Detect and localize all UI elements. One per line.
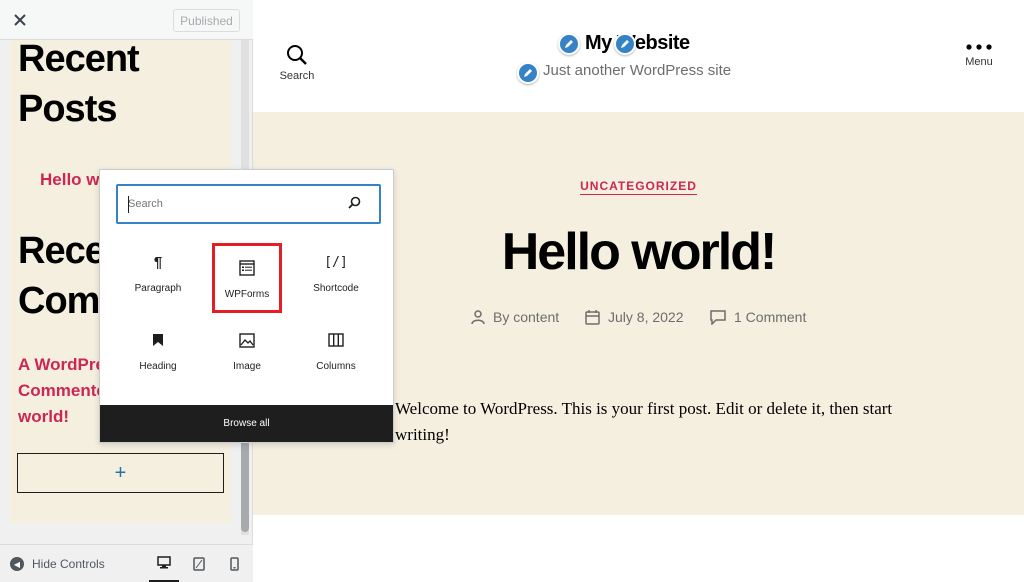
block-heading-label: Heading [139, 361, 177, 372]
mobile-preview-button[interactable] [219, 545, 249, 582]
block-paragraph-label: Paragraph [134, 283, 182, 294]
post-date-label: July 8, 2022 [608, 309, 684, 325]
block-paragraph[interactable]: ¶ Paragraph [123, 240, 193, 310]
search-icon [287, 45, 307, 65]
search-toggle[interactable]: Search [277, 44, 317, 82]
block-shortcode-label: Shortcode [313, 283, 359, 294]
more-dots-icon [966, 44, 992, 50]
post-category-link[interactable]: UNCATEGORIZED [580, 179, 697, 195]
image-icon [239, 331, 255, 349]
close-icon [14, 14, 26, 26]
desktop-preview-button[interactable] [149, 545, 179, 582]
block-heading[interactable]: Heading [123, 318, 193, 388]
comment-icon [710, 309, 726, 325]
add-block-button[interactable]: + [17, 453, 224, 493]
block-inserter-popover: ¶ Paragraph WPForms [/] Shortcode Headin… [99, 169, 394, 443]
columns-icon [328, 331, 344, 349]
text-caret [128, 196, 129, 213]
site-tagline: Just another WordPress site [543, 62, 732, 79]
wpforms-icon [239, 259, 255, 277]
tablet-preview-button[interactable] [184, 545, 214, 582]
hide-controls-label: Hide Controls [32, 557, 105, 571]
search-label: Search [279, 70, 315, 82]
close-button[interactable] [0, 0, 40, 40]
mobile-icon [229, 557, 239, 571]
block-search-input[interactable] [128, 195, 338, 213]
customizer-root: Published Recent Posts Hello world! Rece… [0, 0, 1024, 582]
edit-tagline-pencil-icon[interactable] [517, 62, 539, 84]
browse-all-button[interactable]: Browse all [100, 405, 393, 442]
site-header: Search My Website Just another WordPress… [253, 0, 1024, 112]
edit-shortcut-pencil-icon[interactable] [558, 33, 580, 55]
block-wpforms-label: WPForms [224, 289, 270, 300]
user-icon [471, 309, 485, 324]
panel-header: Published [0, 0, 253, 40]
site-title[interactable]: My Website [585, 32, 690, 55]
tablet-icon [193, 557, 205, 571]
block-shortcode[interactable]: [/] Shortcode [301, 240, 371, 310]
collapse-arrow-icon: ◀ [10, 557, 24, 571]
desktop-icon [157, 556, 171, 569]
block-search-field[interactable] [116, 184, 381, 224]
recent-posts-heading: Recent Posts [18, 40, 140, 130]
paragraph-icon: ¶ [153, 253, 163, 271]
menu-label: Menu [965, 56, 993, 68]
menu-toggle[interactable]: Menu [959, 44, 999, 68]
block-columns[interactable]: Columns [301, 318, 371, 388]
block-image[interactable]: Image [212, 318, 282, 388]
block-columns-label: Columns [316, 361, 356, 372]
hide-controls-button[interactable]: ◀ Hide Controls [10, 545, 105, 582]
edit-title-pencil-icon[interactable] [614, 33, 636, 55]
heading-icon [152, 331, 164, 349]
block-image-label: Image [233, 361, 261, 372]
shortcode-icon: [/] [324, 254, 348, 270]
post-comments[interactable]: 1 Comment [710, 309, 806, 325]
block-wpforms[interactable]: WPForms [212, 243, 282, 313]
post-author-label: By content [493, 309, 560, 325]
search-icon [348, 196, 361, 209]
panel-footer: ◀ Hide Controls [0, 544, 253, 582]
post-date[interactable]: July 8, 2022 [585, 309, 684, 325]
calendar-icon [585, 309, 600, 325]
post-author[interactable]: By content [471, 309, 559, 325]
post-body-text: Welcome to WordPress. This is your first… [395, 399, 893, 444]
published-button[interactable]: Published [173, 9, 240, 32]
post-comments-label: 1 Comment [734, 309, 807, 325]
